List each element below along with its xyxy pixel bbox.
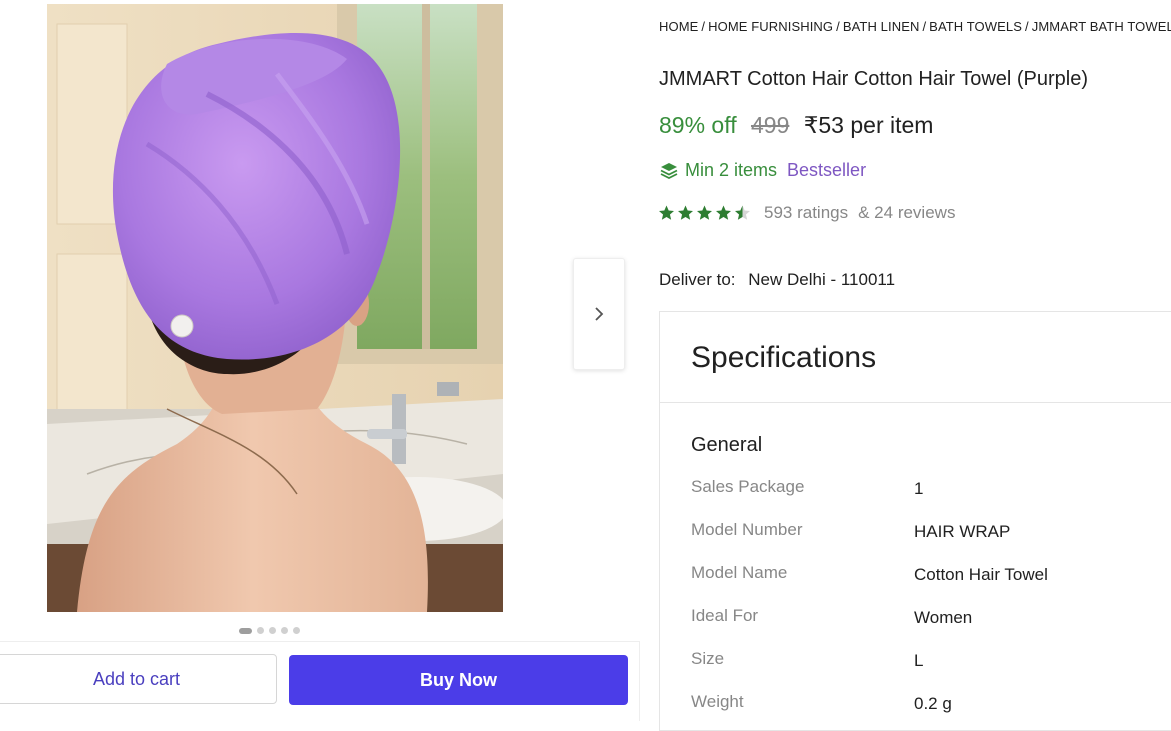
spec-value: 1 — [914, 479, 924, 498]
star-icon — [697, 205, 712, 220]
deliver-to-label: Deliver to: — [659, 270, 736, 289]
layers-icon — [660, 162, 678, 179]
star-icon — [716, 205, 731, 220]
star-icon — [659, 205, 674, 220]
breadcrumb-bath-linen[interactable]: BATH LINEN — [843, 19, 920, 34]
bestseller-badge: Bestseller — [787, 160, 867, 180]
spec-group-title: General — [691, 434, 763, 456]
specifications-heading: Specifications — [660, 312, 1171, 403]
breadcrumb-jmmart-bath-towels[interactable]: JMMART BATH TOWELS — [1032, 19, 1171, 34]
delivery-location[interactable]: Deliver to: New Delhi - 110011 — [659, 270, 895, 290]
star-rating — [657, 204, 752, 222]
min-items-label: Min 2 items — [685, 160, 778, 180]
discount-percent: 89% off — [659, 112, 737, 138]
breadcrumb: HOME / HOME FURNISHING / BATH LINEN / BATH TOW… — [659, 19, 1171, 34]
product-title: JMMART Cotton Hair Cotton Hair Towel (Pu… — [659, 68, 1089, 90]
carousel-dot[interactable] — [257, 627, 264, 634]
action-bar: Add to cart Buy Now — [0, 641, 640, 721]
carousel-dot[interactable] — [293, 627, 300, 634]
half-star-icon — [735, 205, 750, 220]
specifications-panel: Specifications General Sales Package 1 M… — [659, 311, 1171, 731]
next-image-button[interactable] — [573, 258, 625, 370]
selling-price: ₹53 per item — [803, 112, 934, 138]
chevron-right-icon — [595, 307, 604, 321]
spec-value: L — [914, 651, 924, 670]
spec-key: Sales Package — [691, 477, 805, 496]
carousel-dot[interactable] — [269, 627, 276, 634]
spec-key: Model Number — [691, 520, 803, 539]
spec-key: Size — [691, 649, 725, 668]
star-icon — [678, 205, 693, 220]
offer-row: Min 2 items Bestseller — [659, 160, 866, 181]
delivery-pincode: New Delhi - 110011 — [748, 270, 896, 289]
buy-now-button[interactable]: Buy Now — [289, 655, 628, 705]
spec-key: Model Name — [691, 563, 788, 582]
spec-key: Ideal For — [691, 606, 759, 625]
spec-value: Women — [914, 608, 973, 627]
rating-row[interactable]: 593 ratings & 24 reviews — [657, 203, 955, 223]
carousel-dot[interactable] — [281, 627, 288, 634]
price-row: 89% off 499 ₹53 per item — [659, 112, 933, 139]
breadcrumb-home[interactable]: HOME — [659, 19, 698, 34]
breadcrumb-bath-towels[interactable]: BATH TOWELS — [929, 19, 1022, 34]
spec-key: Weight — [691, 692, 744, 711]
original-price: 499 — [750, 112, 790, 138]
carousel-dots — [239, 627, 300, 634]
carousel-dot-active[interactable] — [239, 627, 252, 634]
spec-value: Cotton Hair Towel — [914, 565, 1048, 584]
add-to-cart-button[interactable]: Add to cart — [0, 654, 277, 704]
ratings-count: 593 ratings — [764, 203, 849, 222]
breadcrumb-home-furnishing[interactable]: HOME FURNISHING — [708, 19, 833, 34]
spec-value: HAIR WRAP — [914, 522, 1011, 541]
product-image[interactable] — [47, 4, 503, 612]
reviews-count: & 24 reviews — [858, 203, 956, 222]
spec-value: 0.2 g — [914, 694, 952, 713]
